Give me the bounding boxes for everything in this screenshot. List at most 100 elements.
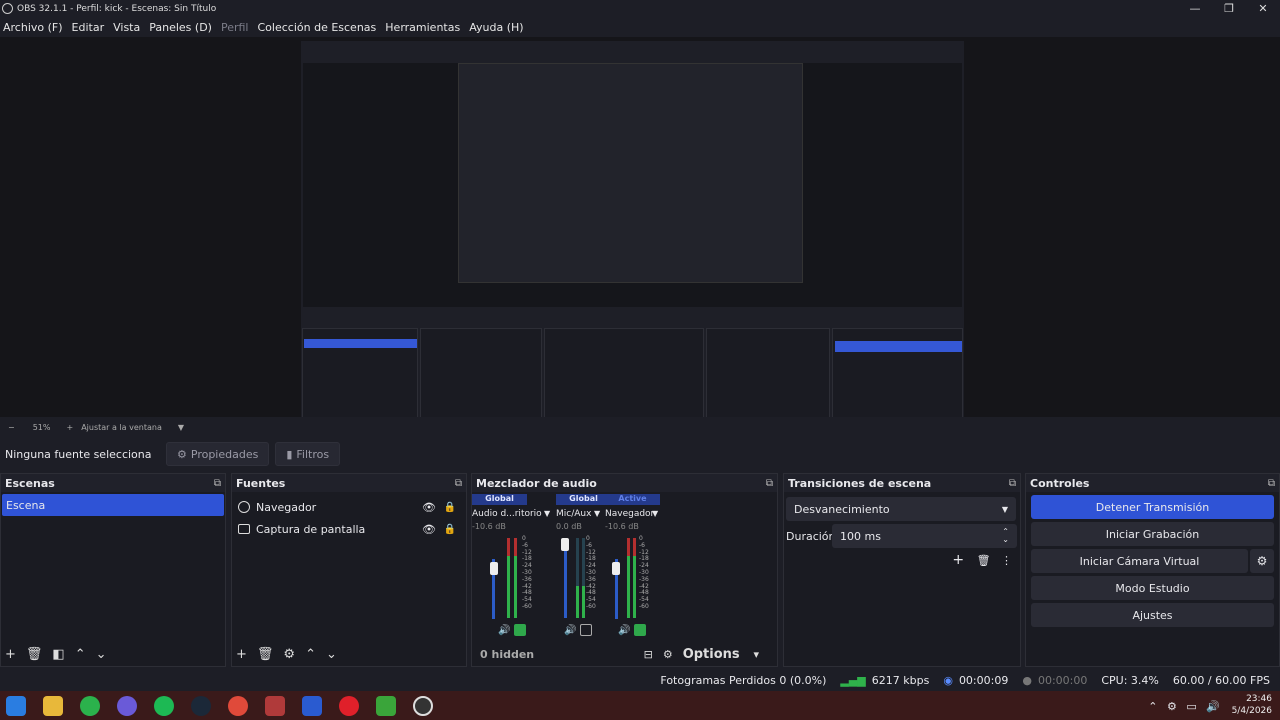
volume-fader[interactable] xyxy=(561,538,569,551)
fit-to-window-label[interactable]: Ajustar a la ventana xyxy=(81,423,162,432)
zoom-dropdown-icon[interactable]: ▼ xyxy=(178,423,184,432)
stop-streaming-button[interactable]: Detener Transmisión xyxy=(1031,495,1274,519)
source-settings-icon[interactable]: ⚙ xyxy=(283,647,295,662)
volume-track[interactable] xyxy=(564,540,567,618)
opera-icon[interactable] xyxy=(339,695,359,716)
undock-icon[interactable]: ⧉ xyxy=(214,478,221,489)
menu-paneles[interactable]: Paneles (D) xyxy=(149,21,212,34)
duration-spinbox[interactable]: 100 ms ⌃ ⌄ xyxy=(832,524,1017,548)
scene-item[interactable]: Escena xyxy=(2,494,224,516)
chevron-down-icon[interactable]: ▼ xyxy=(594,509,600,518)
windows-start-icon[interactable] xyxy=(6,695,26,716)
nested-transitions-dock xyxy=(706,328,830,417)
mixer-badge: Global xyxy=(556,494,611,505)
transition-select[interactable]: Desvanecimiento ▼ xyxy=(786,497,1016,521)
clock-date: 5/4/2026 xyxy=(1231,706,1272,716)
minimize-button[interactable]: — xyxy=(1178,0,1212,17)
mixer-badge: Global xyxy=(472,494,527,505)
filters-button[interactable]: ▮ Filtros xyxy=(275,442,341,466)
move-up-icon[interactable]: ⌃ xyxy=(305,647,316,662)
start-recording-button[interactable]: Iniciar Grabación xyxy=(1031,522,1274,546)
steam-icon[interactable] xyxy=(191,695,211,716)
add-source-icon[interactable]: + xyxy=(236,647,247,662)
add-transition-icon[interactable]: + xyxy=(952,552,964,568)
minecraft-icon[interactable] xyxy=(376,695,396,716)
visibility-eye-icon[interactable]: 👁 xyxy=(422,501,436,514)
move-down-icon[interactable]: ⌄ xyxy=(96,647,107,662)
delete-scene-icon[interactable]: 🗑 xyxy=(26,647,43,662)
properties-label: Propiedades xyxy=(190,447,259,461)
start-virtual-camera-button[interactable]: Iniciar Cámara Virtual xyxy=(1031,549,1248,573)
maximize-button[interactable]: ❐ xyxy=(1212,0,1246,17)
obs-icon[interactable] xyxy=(413,695,433,716)
xbox-icon[interactable] xyxy=(302,695,322,716)
close-button[interactable]: ✕ xyxy=(1246,0,1280,17)
menu-ayuda[interactable]: Ayuda (H) xyxy=(469,21,523,34)
clock[interactable]: 23:46 5/4/2026 xyxy=(1232,693,1272,717)
mixer-db-value: -10.6 dB xyxy=(472,522,506,531)
file-explorer-icon[interactable] xyxy=(43,695,63,716)
settings-button[interactable]: Ajustes xyxy=(1031,603,1274,627)
advanced-audio-icon[interactable]: ⚙ xyxy=(663,648,673,661)
duration-value: 100 ms xyxy=(840,529,881,543)
network-icon[interactable]: ⚙ xyxy=(1167,700,1177,713)
source-item-navegador[interactable]: Navegador 👁 🔒 xyxy=(232,496,466,518)
chevron-up-icon[interactable]: ⌃ xyxy=(1148,700,1157,713)
more-options-icon[interactable]: ⋮ xyxy=(1001,554,1012,567)
source-item-captura[interactable]: Captura de pantalla 👁 🔒 xyxy=(232,518,466,540)
nested-controls-dock xyxy=(832,328,963,417)
headphone-monitor-icon[interactable] xyxy=(513,624,526,636)
lock-icon[interactable]: 🔒 xyxy=(444,524,456,535)
mixer-source-name[interactable]: Mic/Aux xyxy=(556,509,611,519)
menu-coleccion-escenas[interactable]: Colección de Escenas xyxy=(258,21,377,34)
chrome-icon[interactable] xyxy=(228,695,248,716)
delete-source-icon[interactable]: 🗑 xyxy=(257,647,274,662)
game-icon[interactable] xyxy=(265,695,285,716)
volume-icon[interactable]: 🔊 xyxy=(1206,700,1220,713)
menu-perfil[interactable]: Perfil xyxy=(221,21,249,34)
virtual-camera-row: Iniciar Cámara Virtual ⚙ xyxy=(1026,546,1279,573)
properties-button[interactable]: ⚙ Propiedades xyxy=(166,442,270,466)
mixer-source-name[interactable]: Audio d...ritorio xyxy=(472,509,542,519)
move-up-icon[interactable]: ⌃ xyxy=(75,647,86,662)
hidden-count[interactable]: 0 hidden xyxy=(480,648,534,661)
menu-vista[interactable]: Vista xyxy=(113,21,140,34)
spotify-icon[interactable] xyxy=(154,695,174,716)
menu-editar[interactable]: Editar xyxy=(72,21,105,34)
duration-label: Duración xyxy=(786,529,836,543)
mixer-layout-icon[interactable]: ⊟ xyxy=(644,648,653,661)
headphone-monitor-icon[interactable] xyxy=(633,624,646,636)
move-down-icon[interactable]: ⌄ xyxy=(326,647,337,662)
zoom-out-button[interactable]: − xyxy=(8,423,15,432)
scene-filters-icon[interactable]: ◧ xyxy=(52,647,64,662)
speaker-icon[interactable]: 🔊 xyxy=(618,625,630,636)
undock-icon[interactable]: ⧉ xyxy=(1268,478,1275,489)
undock-icon[interactable]: ⧉ xyxy=(1009,478,1016,489)
peak-meter xyxy=(633,538,636,556)
studio-mode-button[interactable]: Modo Estudio xyxy=(1031,576,1274,600)
volume-fader[interactable] xyxy=(490,562,498,575)
chevron-down-icon[interactable]: ▼ xyxy=(652,509,658,518)
speaker-icon[interactable]: 🔊 xyxy=(564,625,576,636)
undock-icon[interactable]: ⧉ xyxy=(455,478,462,489)
delete-transition-icon[interactable]: 🗑 xyxy=(977,554,991,567)
volume-fader[interactable] xyxy=(612,562,620,575)
menu-archivo[interactable]: Archivo (F) xyxy=(3,21,63,34)
visibility-eye-icon[interactable]: 👁 xyxy=(422,523,436,536)
record-time: 00:00:00 xyxy=(1037,673,1088,687)
lock-icon[interactable]: 🔒 xyxy=(444,502,456,513)
add-scene-icon[interactable]: + xyxy=(5,647,16,662)
whatsapp-icon[interactable] xyxy=(80,695,100,716)
spin-arrows-icon[interactable]: ⌃ ⌄ xyxy=(1002,528,1009,544)
discord-icon[interactable] xyxy=(117,695,137,716)
transitions-dock-header: Transiciones de escena ⧉ xyxy=(784,474,1020,492)
speaker-icon[interactable]: 🔊 xyxy=(498,625,510,636)
virtual-camera-settings-icon[interactable]: ⚙ xyxy=(1250,549,1274,573)
monitor-icon[interactable]: ▭ xyxy=(1186,700,1196,713)
zoom-in-button[interactable]: + xyxy=(66,423,73,432)
headphone-monitor-icon[interactable] xyxy=(579,624,592,636)
options-button[interactable]: Options ▾ xyxy=(683,647,759,662)
undock-icon[interactable]: ⧉ xyxy=(766,478,773,489)
menu-herramientas[interactable]: Herramientas xyxy=(385,21,460,34)
chevron-down-icon[interactable]: ▼ xyxy=(544,509,550,518)
